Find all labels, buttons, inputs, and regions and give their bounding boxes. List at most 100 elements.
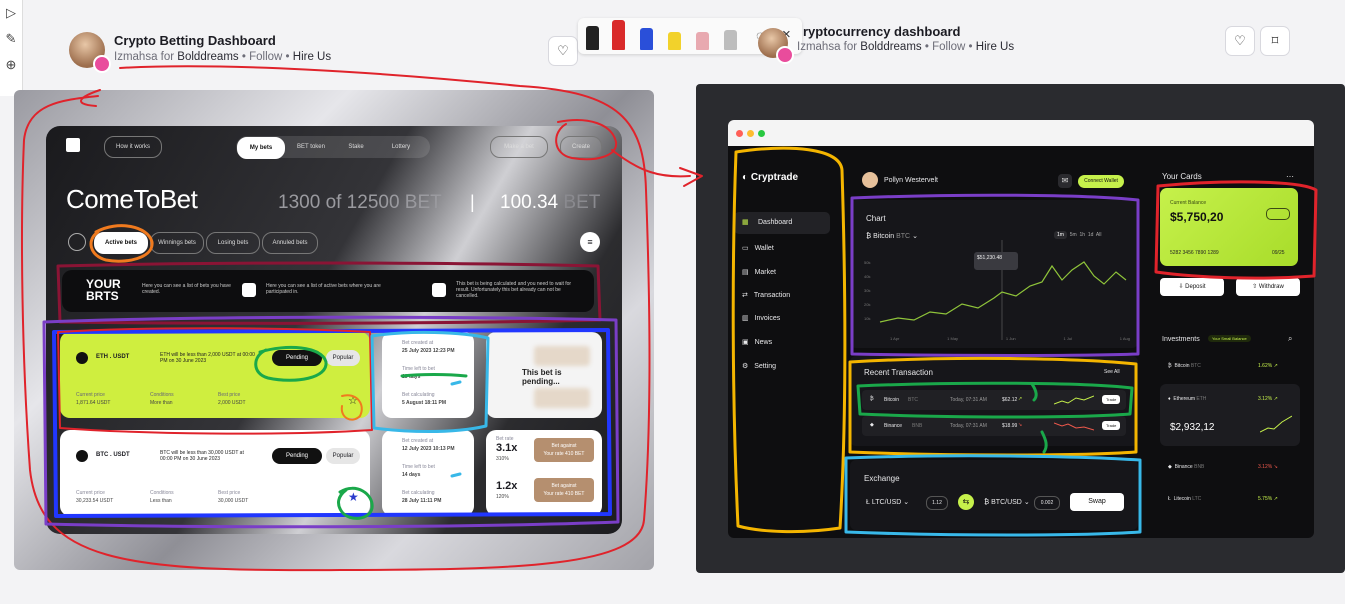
hire-link[interactable]: Hire Us bbox=[293, 51, 331, 63]
bet-against-button-1[interactable]: Bet against Your rate 410 BET bbox=[534, 438, 594, 462]
star-outline-icon[interactable]: ☆ bbox=[348, 394, 358, 407]
balance-card[interactable]: Current Balance $5,750,20 5282 3456 7890… bbox=[1160, 188, 1298, 266]
add-icon[interactable]: ⊕ bbox=[0, 52, 22, 78]
nav-invoices[interactable]: ▥ Invoices bbox=[742, 314, 780, 322]
odds-card: Bet rate 3.1x 310% 1.2x 120% Bet against… bbox=[486, 430, 602, 516]
team-link[interactable]: Bolddreams bbox=[177, 51, 238, 63]
nav-news[interactable]: ▣ News bbox=[742, 338, 772, 346]
bitcoin-icon: ₿ bbox=[984, 499, 990, 506]
create-button[interactable]: Create bbox=[560, 136, 602, 158]
filter-winning-bets[interactable]: Winnings bets bbox=[150, 232, 204, 254]
binance-icon: ◆ bbox=[870, 422, 874, 428]
filter-settings-icon[interactable]: ≡ bbox=[580, 232, 600, 252]
like-icon-2[interactable]: ♡ bbox=[1225, 26, 1255, 56]
bet-against-button-2[interactable]: Bet against Your rate 410 BET bbox=[534, 478, 594, 502]
shot-title-2: ryptocurrency dashboard bbox=[803, 24, 961, 39]
cursor-icon[interactable]: ▷ bbox=[0, 0, 22, 26]
pro-badge-2 bbox=[776, 46, 794, 64]
team-link-2[interactable]: Bolddreams bbox=[860, 41, 921, 53]
pen-icon[interactable]: ✎ bbox=[0, 26, 22, 52]
like-icon[interactable]: ♡ bbox=[548, 36, 578, 66]
small-balance-chip[interactable]: Your Small Balance bbox=[1208, 335, 1251, 342]
gear-icon: ⚙ bbox=[742, 363, 749, 370]
to-pair-select[interactable]: ₿ BTC/USD ⌄ bbox=[984, 498, 1030, 506]
bet-card-btc[interactable]: BTC . USDT BTC will be less than 30,000 … bbox=[60, 430, 370, 516]
hire-link-2[interactable]: Hire Us bbox=[976, 41, 1014, 53]
investment-bitcoin[interactable]: ₿ Bitcoin BTC bbox=[1168, 363, 1201, 369]
search-icon[interactable]: ⌕ bbox=[1288, 334, 1292, 344]
deposit-button[interactable]: ⇩ Deposit bbox=[1160, 278, 1224, 296]
litecoin-icon: Ł bbox=[1168, 496, 1171, 502]
trade-button[interactable]: Trade bbox=[1102, 421, 1121, 430]
tab-lottery[interactable]: Lottery bbox=[378, 137, 424, 157]
bets-icon bbox=[242, 283, 256, 297]
see-all-link[interactable]: See All bbox=[1104, 369, 1120, 375]
nav-market[interactable]: ▤ Market bbox=[742, 268, 776, 276]
trade-button[interactable]: Trade bbox=[1102, 395, 1121, 404]
how-it-works-button[interactable]: How it works bbox=[104, 136, 162, 158]
timing-card-2: Bet created at 12 July 2023 10:13 PM Tim… bbox=[382, 430, 474, 516]
pending-badge: Pending bbox=[272, 448, 322, 464]
to-amount-input[interactable]: 0.002 bbox=[1034, 496, 1060, 510]
follow-link[interactable]: Follow bbox=[249, 51, 282, 63]
litecoin-icon: Ł bbox=[866, 499, 870, 506]
follow-link-2[interactable]: Follow bbox=[932, 41, 965, 53]
balance-sep: | bbox=[470, 192, 475, 212]
pending-label: This bet is pending... bbox=[522, 368, 562, 386]
chevron-down-icon: ⌄ bbox=[903, 499, 910, 506]
withdraw-button[interactable]: ⇧ Withdraw bbox=[1236, 278, 1300, 296]
bet-card-eth[interactable]: ETH . USDT ETH will be less than 2,000 U… bbox=[60, 332, 370, 418]
tab-stake[interactable]: Stake bbox=[336, 137, 376, 157]
investment-litecoin[interactable]: Ł Litecoin LTC bbox=[1168, 496, 1201, 502]
connect-wallet-button[interactable]: Connect Wallet bbox=[1078, 175, 1124, 188]
trend-up-icon: ↗ bbox=[1018, 396, 1023, 402]
blue-pen-icon[interactable] bbox=[640, 28, 653, 50]
swap-arrows-icon[interactable]: ⇆ bbox=[958, 494, 974, 510]
nav-transaction[interactable]: ⇄ Transaction bbox=[742, 291, 790, 299]
filter-annuled-bets[interactable]: Annuled bets bbox=[262, 232, 318, 254]
bets-nav: My bets BET token Stake Lottery bbox=[236, 136, 430, 159]
window-minimize-icon[interactable] bbox=[747, 130, 754, 137]
investment-ethereum-card[interactable]: ♦ Ethereum ETH 3.12% ↗ $2,932,12 bbox=[1160, 384, 1300, 446]
more-icon[interactable]: ⋯ bbox=[1286, 172, 1294, 181]
make-bet-button[interactable]: Make a bet bbox=[490, 136, 548, 158]
nav-dashboard[interactable]: ▦ Dashboard bbox=[734, 212, 830, 234]
from-pair-select[interactable]: Ł LTC/USD ⌄ bbox=[866, 498, 909, 506]
black-pen-icon[interactable] bbox=[586, 26, 599, 50]
eth-value: $2,932,12 bbox=[1170, 422, 1215, 433]
window-close-icon[interactable] bbox=[736, 130, 743, 137]
your-cards-title: Your Cards bbox=[1162, 172, 1202, 181]
ruler-icon[interactable] bbox=[724, 30, 737, 50]
author-link-2[interactable]: Izmahsa bbox=[797, 41, 840, 53]
author-link[interactable]: Izmahsa bbox=[114, 51, 157, 63]
your-bets-info: YOUR BRTS Here you can see a list of bets… bbox=[62, 270, 594, 312]
window-zoom-icon[interactable] bbox=[758, 130, 765, 137]
investment-binance[interactable]: ◆ Binance BNB bbox=[1168, 464, 1204, 470]
highlighter-icon[interactable] bbox=[668, 32, 681, 50]
calc-icon bbox=[432, 283, 446, 297]
tab-bet-token[interactable]: BET token bbox=[288, 137, 334, 157]
nav-wallet[interactable]: ▭ Wallet bbox=[742, 244, 774, 252]
red-pen-icon[interactable] bbox=[612, 20, 625, 50]
filter-active-bets[interactable]: Active bets bbox=[94, 232, 148, 254]
user-avatar[interactable] bbox=[862, 172, 878, 188]
star-filled-icon[interactable]: ★ bbox=[348, 490, 359, 504]
bookmark-icon[interactable]: ⌑ bbox=[1260, 26, 1290, 56]
shot-meta: Izmahsa for Bolddreams • Follow • Hire U… bbox=[114, 51, 332, 63]
notification-icon[interactable]: ✉ bbox=[1058, 174, 1072, 188]
binance-icon: ◆ bbox=[1168, 464, 1172, 470]
filter-shape-icon[interactable] bbox=[68, 233, 86, 251]
transaction-row-binance[interactable]: ◆ Binance BNB Today, 07:31 AM $18.99 ↘ T… bbox=[862, 416, 1126, 436]
from-amount-input[interactable]: 1.12 bbox=[926, 496, 948, 510]
bitcoin-icon: ₿ bbox=[870, 396, 874, 402]
tab-my-bets[interactable]: My bets bbox=[237, 137, 285, 159]
swap-button[interactable]: Swap bbox=[1070, 493, 1124, 511]
transaction-row-bitcoin[interactable]: ₿ Bitcoin BTC Today, 07:31 AM $62.12 ↗ T… bbox=[862, 390, 1126, 410]
eraser-icon[interactable] bbox=[696, 32, 709, 50]
withdraw-icon: ⇧ bbox=[1252, 284, 1258, 290]
shot-meta-2: Izmahsa for Bolddreams • Follow • Hire U… bbox=[797, 41, 1015, 53]
filter-losing-bets[interactable]: Losing bets bbox=[206, 232, 260, 254]
pending-bet-card: This bet is pending... bbox=[486, 332, 602, 418]
crypto-dashboard-window: ◐ Cryptrade ▦ Dashboard ▭ Wallet ▤ Market… bbox=[728, 120, 1314, 538]
nav-setting[interactable]: ⚙ Setting bbox=[742, 362, 776, 370]
